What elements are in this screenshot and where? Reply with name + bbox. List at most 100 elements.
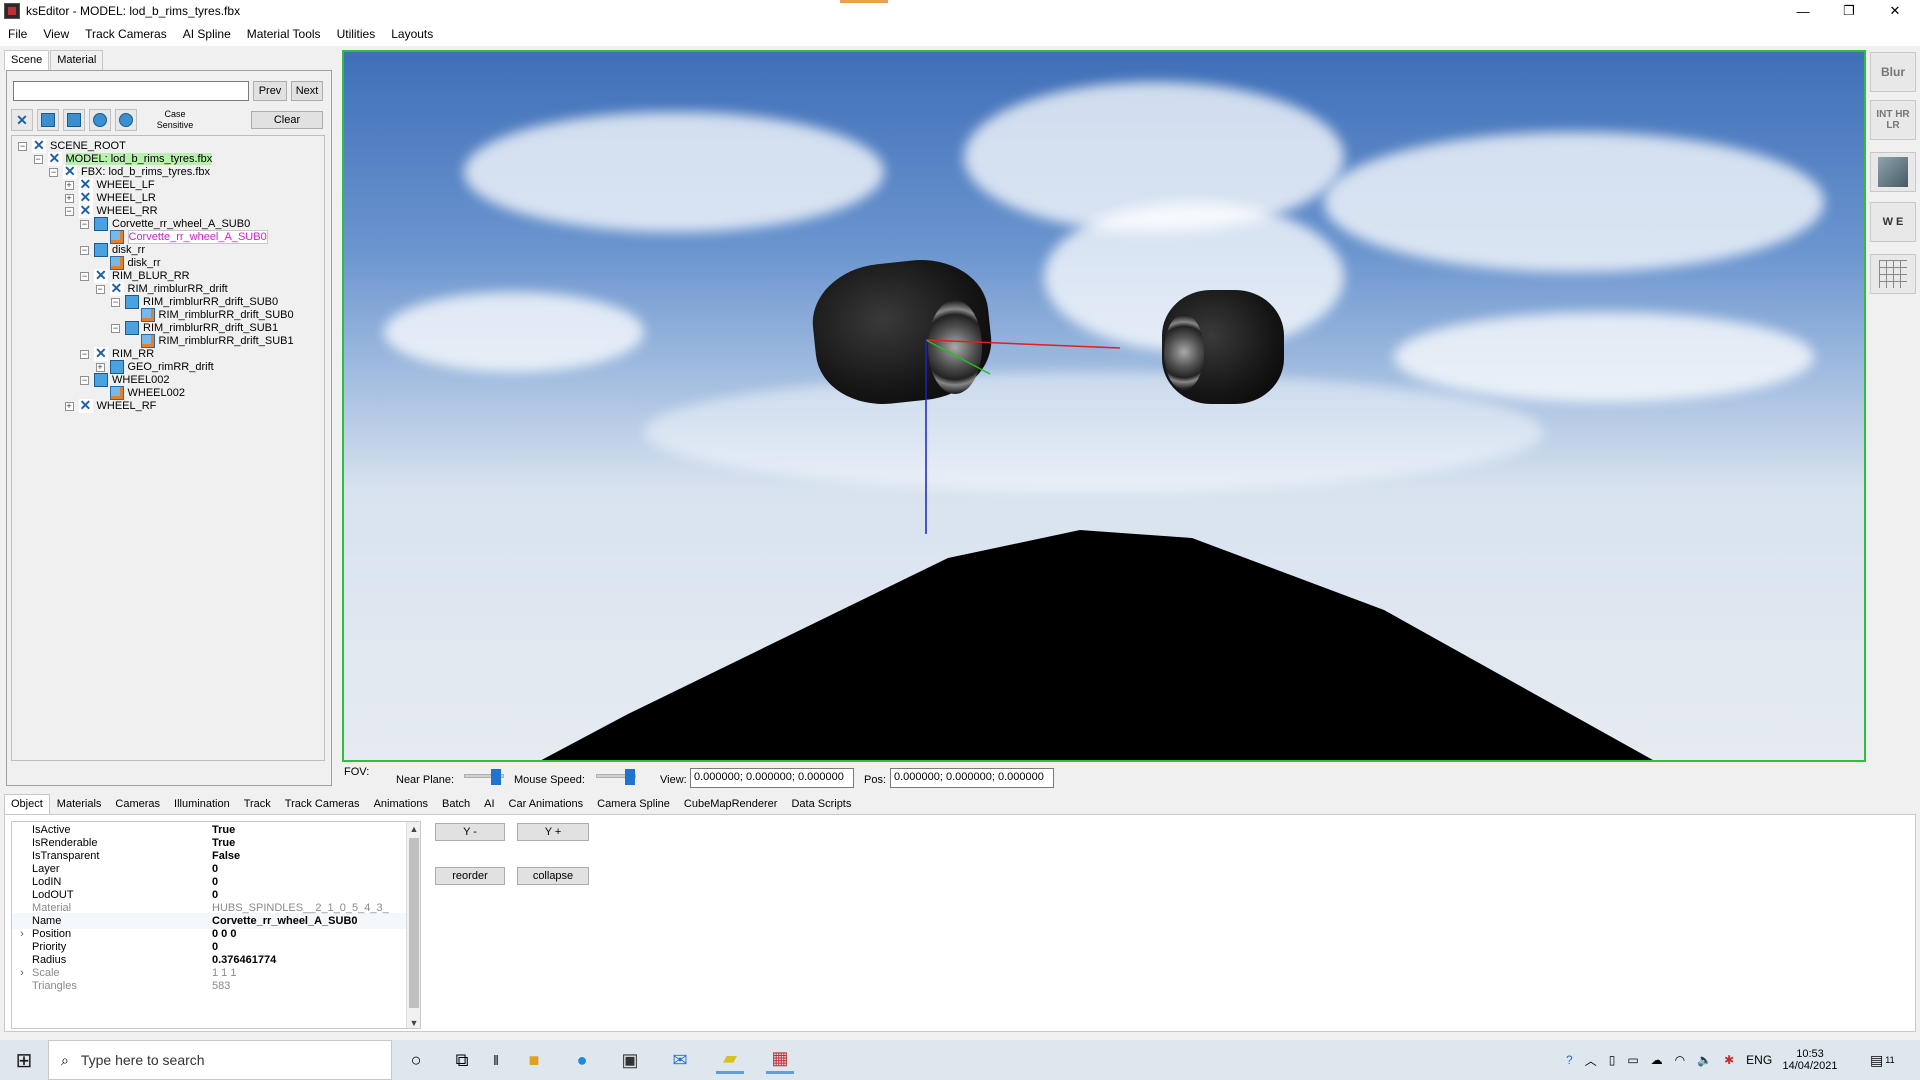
- tab-car-animations[interactable]: Car Animations: [502, 794, 591, 814]
- tab-illumination[interactable]: Illumination: [167, 794, 237, 814]
- expand-icon[interactable]: +: [64, 401, 74, 411]
- task-view-icon[interactable]: ⧉: [448, 1046, 476, 1074]
- menu-material-tools[interactable]: Material Tools: [239, 27, 329, 41]
- expand-chevron-icon[interactable]: ›: [12, 928, 32, 940]
- tab-batch[interactable]: Batch: [435, 794, 477, 814]
- property-value[interactable]: 1 1 1: [212, 967, 412, 979]
- scroll-thumb[interactable]: [409, 838, 419, 1008]
- menu-layouts[interactable]: Layouts: [383, 27, 441, 41]
- view-field[interactable]: 0.000000; 0.000000; 0.000000: [690, 768, 854, 788]
- mouse-speed-slider[interactable]: [596, 769, 636, 785]
- tab-scene[interactable]: Scene: [4, 50, 50, 70]
- property-value[interactable]: 0: [212, 863, 412, 875]
- phone-icon[interactable]: ▭: [1627, 1053, 1638, 1067]
- case-sensitive-toggle[interactable]: Case Sensitive: [149, 109, 201, 131]
- collapse-icon[interactable]: −: [49, 167, 58, 177]
- tray-chevron-icon[interactable]: ︿: [1585, 1052, 1597, 1069]
- collapse-icon[interactable]: −: [80, 375, 89, 385]
- menu-ai-spline[interactable]: AI Spline: [175, 27, 239, 41]
- expand-icon[interactable]: +: [95, 362, 105, 372]
- expand-chevron-icon[interactable]: ›: [12, 967, 32, 979]
- cortana-icon[interactable]: ○: [402, 1046, 430, 1074]
- help-icon[interactable]: ?: [1566, 1053, 1573, 1067]
- onedrive-icon[interactable]: ☁: [1651, 1053, 1663, 1067]
- we-toggle-button[interactable]: W E: [1870, 202, 1916, 242]
- filter-geometry-button[interactable]: [63, 109, 85, 131]
- collapse-icon[interactable]: −: [80, 219, 89, 229]
- tab-track[interactable]: Track: [237, 794, 278, 814]
- property-value[interactable]: 0 0 0: [212, 928, 412, 940]
- property-scrollbar[interactable]: ▲ ▼: [406, 822, 420, 1028]
- tab-object[interactable]: Object: [4, 794, 50, 814]
- tab-camera-spline[interactable]: Camera Spline: [590, 794, 677, 814]
- notes-app-icon[interactable]: ▰: [716, 1046, 744, 1074]
- tab-cubemaprenderer[interactable]: CubeMapRenderer: [677, 794, 785, 814]
- menu-track-cameras[interactable]: Track Cameras: [77, 27, 175, 41]
- usb-icon[interactable]: ▯: [1609, 1053, 1616, 1067]
- blur-toggle-button[interactable]: Blur: [1870, 52, 1916, 92]
- menu-utilities[interactable]: Utilities: [329, 27, 384, 41]
- property-value[interactable]: Corvette_rr_wheel_A_SUB0: [212, 915, 412, 927]
- language-indicator[interactable]: ENG: [1746, 1053, 1772, 1067]
- next-button[interactable]: Next: [291, 81, 323, 101]
- minimize-button[interactable]: —: [1780, 0, 1826, 22]
- property-row[interactable]: IsActive True: [12, 822, 412, 838]
- grid-toggle-button[interactable]: [1870, 254, 1916, 294]
- restore-button[interactable]: ❐: [1826, 0, 1872, 22]
- scroll-down-icon[interactable]: ▼: [407, 1018, 420, 1028]
- wifi-icon[interactable]: ◠: [1675, 1053, 1685, 1067]
- slider-thumb[interactable]: [491, 769, 501, 785]
- collapse-icon[interactable]: −: [111, 323, 120, 333]
- filter-light-button[interactable]: [115, 109, 137, 131]
- property-value[interactable]: 0: [212, 941, 412, 953]
- filter-mesh-button[interactable]: [37, 109, 59, 131]
- windows-start-icon[interactable]: ⊞: [10, 1046, 38, 1074]
- property-value[interactable]: 0: [212, 876, 412, 888]
- property-value[interactable]: HUBS_SPINDLES__2_1_0_5_4_3_: [212, 902, 412, 914]
- int-hr-lr-button[interactable]: INT HR LR: [1870, 100, 1916, 140]
- property-value[interactable]: True: [212, 824, 412, 836]
- collapse-icon[interactable]: −: [64, 206, 74, 216]
- expand-icon[interactable]: +: [64, 180, 74, 190]
- tab-materials[interactable]: Materials: [50, 794, 109, 814]
- pos-field[interactable]: 0.000000; 0.000000; 0.000000: [890, 768, 1054, 788]
- scene-tree[interactable]: −SCENE_ROOT−MODEL: lod_b_rims_tyres.fbx−…: [11, 135, 325, 761]
- slider-thumb[interactable]: [625, 769, 635, 785]
- kseditor-taskbar-icon[interactable]: ▦: [766, 1046, 794, 1074]
- tab-ai[interactable]: AI: [477, 794, 501, 814]
- file-explorer-icon[interactable]: ■: [520, 1046, 548, 1074]
- collapse-icon[interactable]: −: [95, 284, 105, 294]
- reorder-button[interactable]: reorder: [435, 867, 505, 885]
- y-minus-button[interactable]: Y -: [435, 823, 505, 841]
- close-button[interactable]: ✕: [1872, 0, 1918, 22]
- property-value[interactable]: True: [212, 837, 412, 849]
- property-value[interactable]: 0.376461774: [212, 954, 412, 966]
- collapse-icon[interactable]: −: [111, 297, 120, 307]
- collapse-button[interactable]: collapse: [517, 867, 589, 885]
- glass-toggle-button[interactable]: [1870, 152, 1916, 192]
- tab-data-scripts[interactable]: Data Scripts: [784, 794, 858, 814]
- tab-material[interactable]: Material: [50, 50, 104, 70]
- property-value[interactable]: False: [212, 850, 412, 862]
- store-icon[interactable]: ▣: [616, 1046, 644, 1074]
- filter-skinned-button[interactable]: [89, 109, 111, 131]
- collapse-icon[interactable]: −: [80, 245, 89, 255]
- scene-search-input[interactable]: [13, 81, 249, 101]
- collapse-icon[interactable]: −: [80, 349, 89, 359]
- prev-button[interactable]: Prev: [253, 81, 287, 101]
- app-tray-icon[interactable]: ✱: [1724, 1053, 1734, 1067]
- property-value[interactable]: 583: [212, 980, 412, 992]
- clock[interactable]: 10:53 14/04/2021: [1774, 1040, 1846, 1080]
- notifications-button[interactable]: ▤ 11: [1870, 1040, 1895, 1080]
- near-plane-slider[interactable]: [464, 769, 504, 785]
- volume-icon[interactable]: 🔈: [1697, 1053, 1712, 1067]
- tab-animations[interactable]: Animations: [367, 794, 435, 814]
- property-grid[interactable]: Triangles 583 › Scale 1 1 1 Radius 0.376461774…: [11, 821, 421, 1029]
- expand-icon[interactable]: +: [64, 193, 74, 203]
- mail-icon[interactable]: ✉: [666, 1046, 694, 1074]
- taskbar-search[interactable]: ⌕ Type here to search: [48, 1040, 392, 1080]
- menu-file[interactable]: File: [0, 27, 35, 41]
- menu-view[interactable]: View: [35, 27, 77, 41]
- 3d-viewport[interactable]: [342, 50, 1866, 762]
- tab-track-cameras[interactable]: Track Cameras: [278, 794, 367, 814]
